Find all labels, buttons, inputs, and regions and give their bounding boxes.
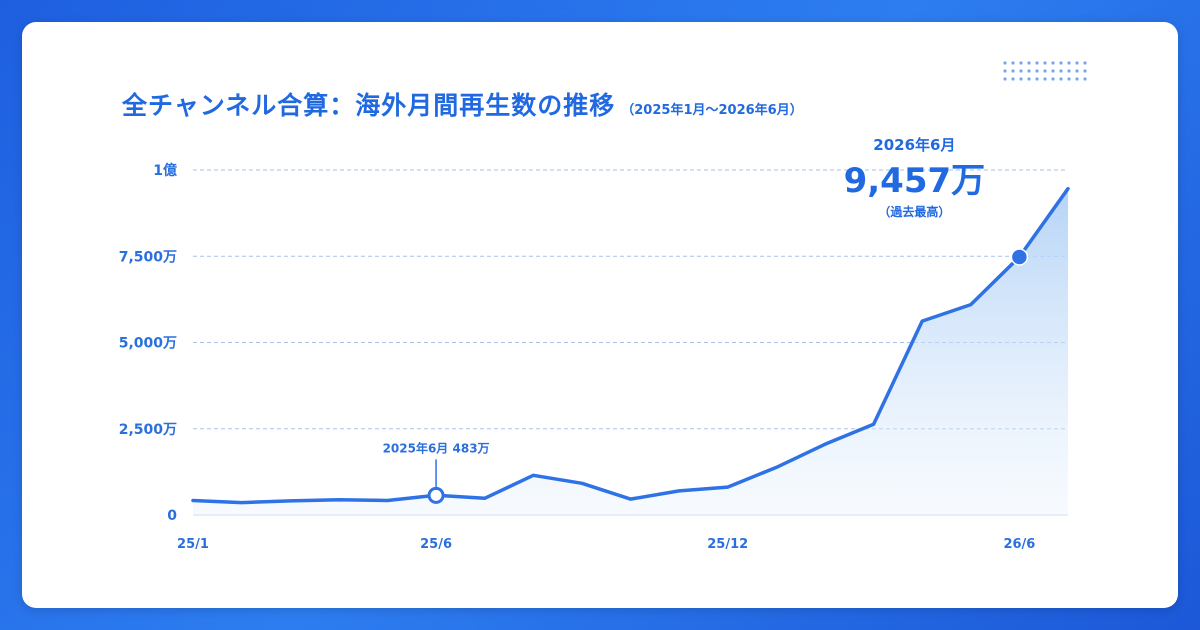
series-area bbox=[193, 188, 1068, 515]
line-chart: 0 2,500万 5,000万 7,500万 1億 25/1 25/6 25/12 26/6 20… bbox=[119, 136, 1070, 552]
y-tick-label: 1億 bbox=[153, 162, 177, 179]
y-tick-label: 5,000万 bbox=[119, 336, 177, 352]
x-tick-label: 25/1 bbox=[177, 537, 209, 552]
annotation-marker-hollow bbox=[427, 486, 445, 504]
chart-card: 全チャンネル合算：海外月間再生数の推移 （2025年1月〜2026年6月） 0 2,… bbox=[22, 22, 1178, 608]
y-tick-label: 0 bbox=[167, 508, 177, 524]
annotation-label: 2025年6月 483万 bbox=[383, 440, 490, 455]
y-tick-label: 7,500万 bbox=[119, 249, 177, 265]
annotation-marker-peak bbox=[1010, 248, 1029, 266]
peak-date-label: 2026年6月 bbox=[873, 136, 955, 154]
x-tick-label: 26/6 bbox=[1003, 537, 1035, 552]
x-tick-label: 25/6 bbox=[420, 537, 452, 552]
peak-value-label: 9,457万 bbox=[844, 161, 986, 201]
y-tick-label: 2,500万 bbox=[119, 422, 177, 438]
x-tick-label: 25/12 bbox=[707, 537, 748, 552]
peak-note-label: （過去最高） bbox=[878, 204, 950, 219]
